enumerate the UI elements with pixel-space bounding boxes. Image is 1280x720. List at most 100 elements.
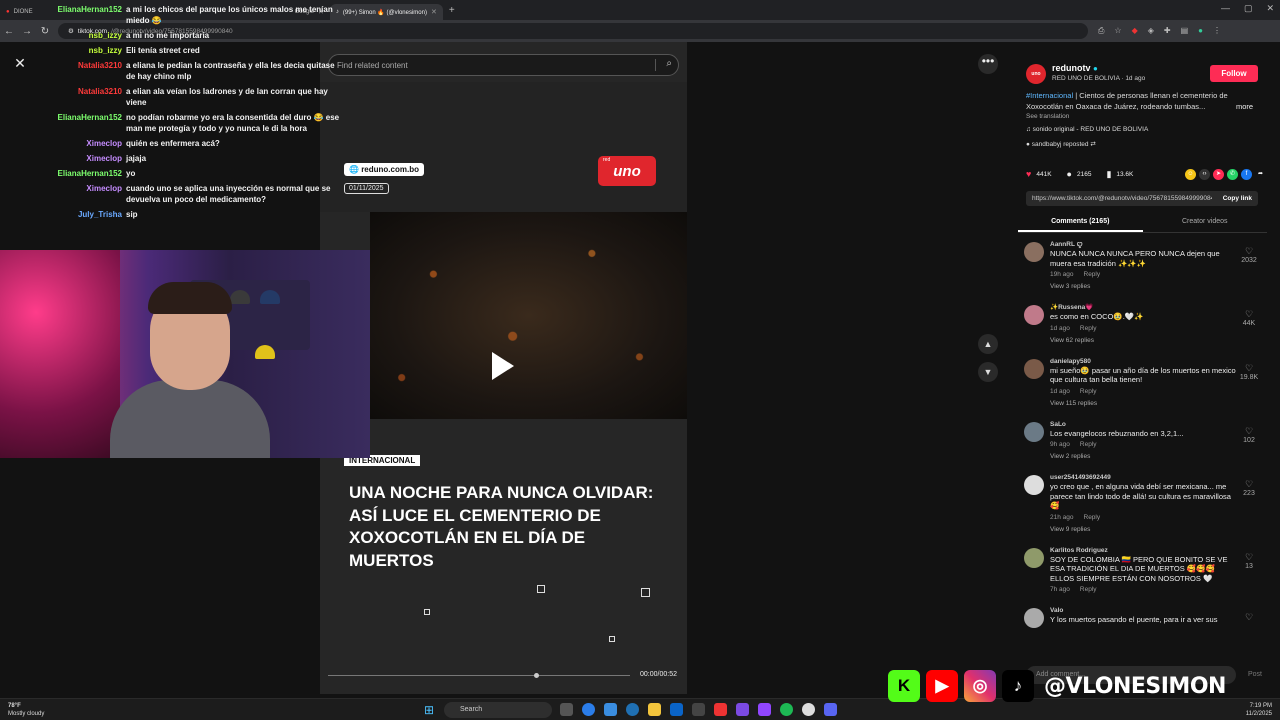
reply-button[interactable]: Reply — [1080, 586, 1097, 593]
video-player[interactable]: Find related content ⌕ 🌐 reduno.com.bo 0… — [320, 42, 687, 694]
sound-link[interactable]: ♫ sonido original - RED UNO DE BOLIVIA — [1026, 126, 1148, 133]
share-icon[interactable]: ➦ — [1255, 169, 1266, 180]
comment-like[interactable]: ♡ 13 — [1235, 552, 1263, 572]
comment-like[interactable]: ♡ 102 — [1235, 426, 1263, 446]
chrome-icon[interactable] — [582, 703, 595, 716]
comment-like[interactable]: ♡ 19.8K — [1235, 363, 1263, 383]
view-replies-button[interactable]: View 62 replies — [1050, 335, 1267, 347]
sidebar-icon[interactable]: ▤ — [1181, 26, 1189, 36]
app-icon[interactable] — [604, 703, 617, 716]
embed-icon[interactable]: ‹› — [1199, 168, 1210, 180]
caption-more-button[interactable]: more — [1236, 102, 1253, 111]
weather-widget[interactable]: 78°F Mostly cloudy — [8, 702, 44, 718]
whatsapp-icon[interactable]: ✆ — [1227, 168, 1238, 180]
comment-avatar[interactable] — [1024, 547, 1044, 568]
app-icon[interactable] — [758, 703, 771, 716]
extension-icon[interactable]: ◆ — [1132, 26, 1138, 36]
chat-username[interactable]: Natalia3210 — [40, 86, 126, 108]
play-icon[interactable] — [492, 352, 514, 380]
view-replies-button[interactable]: View 9 replies — [1050, 524, 1267, 536]
tab-comments[interactable]: Comments (2165) — [1018, 213, 1143, 232]
chat-username[interactable]: nsb_izzy — [40, 45, 126, 56]
bookmark-star-icon[interactable]: ☆ — [1114, 26, 1121, 36]
post-comment-button[interactable]: Post — [1248, 671, 1262, 678]
author-name[interactable]: redunotv ● — [1052, 63, 1098, 73]
system-tray[interactable]: 7:19 PM 11/2/2025 — [1246, 702, 1272, 718]
comment-avatar[interactable] — [1024, 305, 1044, 325]
comment-avatar[interactable] — [1024, 358, 1044, 379]
comment-like[interactable]: ♡ — [1235, 612, 1263, 622]
back-icon[interactable]: ← — [0, 26, 18, 37]
copy-link-button[interactable]: Copy link — [1223, 195, 1252, 202]
more-options-icon[interactable]: ••• — [978, 54, 998, 74]
follow-button[interactable]: Follow — [1210, 65, 1258, 82]
task-view-icon[interactable] — [560, 703, 573, 716]
heart-outline-icon[interactable]: ♡ — [1235, 426, 1263, 436]
chat-username[interactable]: July_Trisha — [40, 209, 126, 220]
view-replies-button[interactable]: View 3 replies — [1050, 281, 1267, 293]
heart-icon[interactable]: ♥ — [1026, 169, 1031, 179]
heart-outline-icon[interactable]: ♡ — [1235, 552, 1263, 562]
bookmark-icon[interactable]: ▮ — [1106, 169, 1111, 180]
close-icon[interactable]: ✕ — [10, 53, 30, 73]
facebook-icon[interactable]: f — [1241, 168, 1252, 180]
comment-like[interactable]: ♡ 44K — [1235, 309, 1263, 329]
heart-outline-icon[interactable]: ♡ — [1235, 309, 1263, 319]
tab-creator-videos[interactable]: Creator videos — [1143, 213, 1268, 232]
comment-avatar[interactable] — [1024, 421, 1044, 442]
app-icon[interactable] — [714, 703, 727, 716]
reply-button[interactable]: Reply — [1080, 441, 1097, 448]
reply-button[interactable]: Reply — [1080, 325, 1097, 332]
chat-username[interactable]: ElianaHernan152 — [40, 4, 126, 26]
new-tab-icon[interactable]: + — [449, 5, 455, 16]
view-replies-button[interactable]: View 2 replies — [1050, 451, 1267, 463]
obs-icon[interactable] — [802, 703, 815, 716]
reply-button[interactable]: Reply — [1084, 514, 1101, 521]
puzzle-icon[interactable]: ✚ — [1164, 26, 1171, 36]
heart-outline-icon[interactable]: ♡ — [1235, 479, 1263, 489]
chat-username[interactable]: Natalia3210 — [40, 60, 126, 82]
search-icon[interactable]: ⌕ — [666, 58, 672, 69]
minimize-icon[interactable]: — — [1221, 3, 1230, 14]
browser-tab-active[interactable]: ♪ (99+) Simon 🔥 (@vlonesimon) ✕ — [329, 4, 443, 20]
heart-outline-icon[interactable]: ♡ — [1235, 612, 1263, 622]
comment-icon[interactable]: ● — [1067, 169, 1072, 179]
view-replies-button[interactable]: View 115 replies — [1050, 398, 1267, 410]
related-search-input[interactable]: Find related content ⌕ — [328, 54, 679, 76]
chat-username[interactable]: Ximeclop — [40, 183, 126, 205]
spotify-icon[interactable] — [780, 703, 793, 716]
windows-start-icon[interactable]: ⊞ — [424, 703, 434, 717]
video-link-url[interactable]: https://www.tiktok.com/@redunotv/video/7… — [1032, 195, 1212, 202]
comment-like[interactable]: ♡ 223 — [1235, 479, 1263, 499]
chat-username[interactable]: Ximeclop — [40, 138, 126, 149]
store-icon[interactable] — [692, 703, 705, 716]
reply-button[interactable]: Reply — [1084, 271, 1101, 278]
forward-icon[interactable]: → — [18, 26, 36, 37]
send-icon[interactable]: ➤ — [1213, 168, 1224, 180]
next-video-icon[interactable]: ▼ — [978, 362, 998, 382]
author-avatar[interactable]: uno — [1026, 64, 1046, 84]
app-icon[interactable] — [736, 703, 749, 716]
taskbar-search[interactable]: Search — [444, 702, 552, 718]
outlook-icon[interactable] — [670, 703, 683, 716]
see-translation-link[interactable]: See translation — [1026, 113, 1069, 120]
comment-avatar[interactable] — [1024, 242, 1044, 262]
heart-outline-icon[interactable]: ♡ — [1235, 363, 1263, 373]
chat-username[interactable]: ElianaHernan152 — [40, 112, 126, 134]
tab-close-icon[interactable]: ✕ — [431, 8, 437, 16]
browser-tab[interactable]: ● DIONE — [0, 4, 39, 20]
file-explorer-icon[interactable] — [648, 703, 661, 716]
previous-video-icon[interactable]: ▲ — [978, 334, 998, 354]
profile-icon[interactable]: ● — [1198, 26, 1203, 36]
install-icon[interactable]: ⎙ — [1098, 26, 1104, 36]
maximize-icon[interactable]: ▢ — [1244, 3, 1253, 14]
chat-username[interactable]: nsb_izzy — [40, 30, 126, 41]
comment-avatar[interactable] — [1024, 475, 1044, 495]
close-window-icon[interactable]: ✕ — [1266, 3, 1274, 14]
comment-like[interactable]: ♡ 2032 — [1235, 246, 1263, 266]
heart-outline-icon[interactable]: ♡ — [1235, 246, 1263, 256]
menu-kebab-icon[interactable]: ⋮ — [1213, 26, 1221, 36]
edge-icon[interactable] — [626, 703, 639, 716]
chat-username[interactable]: ElianaHernan152 — [40, 168, 126, 179]
video-progress-bar[interactable] — [328, 675, 630, 676]
